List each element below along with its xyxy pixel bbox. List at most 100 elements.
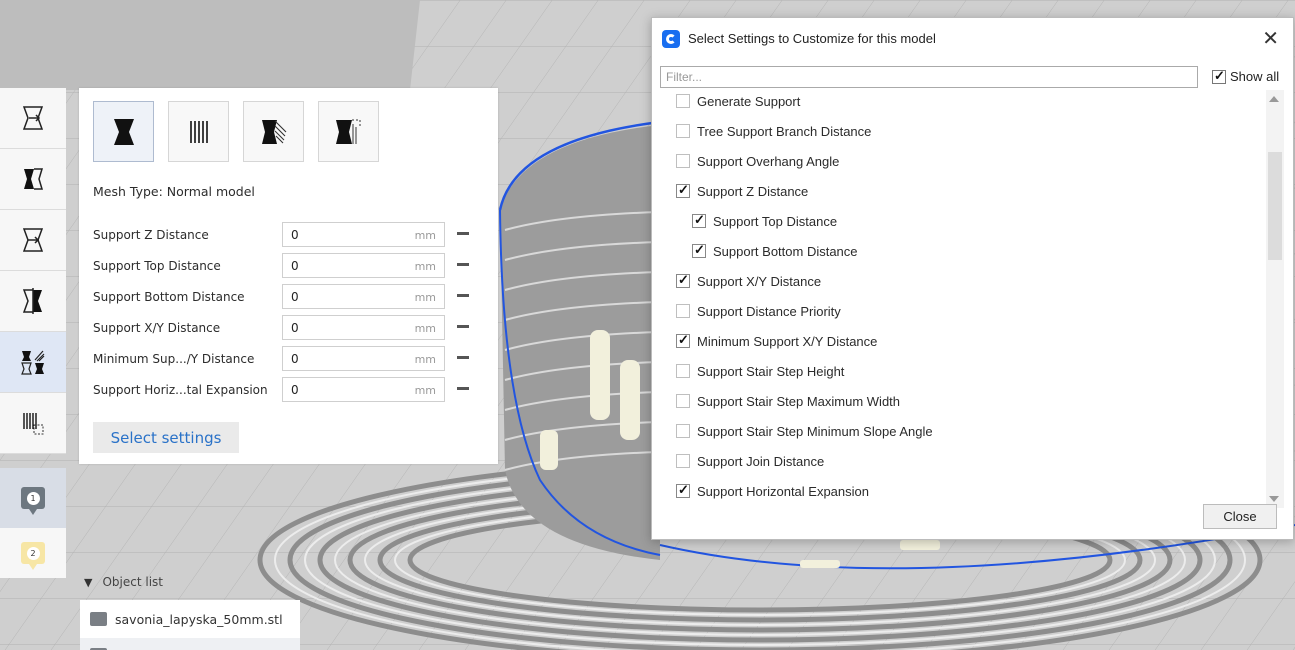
setting-checkbox-item[interactable]: Minimum Support X/Y Distance bbox=[676, 326, 877, 356]
setting-checkbox-item[interactable]: Support Top Distance bbox=[692, 206, 837, 236]
setting-checkbox-item[interactable]: Support Stair Step Minimum Slope Angle bbox=[676, 416, 933, 446]
setting-checkbox-item[interactable]: Support Stair Step Height bbox=[676, 356, 844, 386]
object-list-title: Object list bbox=[102, 575, 163, 589]
rotate-tool-button[interactable] bbox=[0, 210, 66, 271]
close-icon[interactable]: ✕ bbox=[1262, 26, 1279, 50]
scrollbar[interactable] bbox=[1266, 90, 1284, 508]
setting-label: Support Bottom Distance bbox=[93, 290, 245, 304]
marker-2-button[interactable]: 2 bbox=[0, 528, 66, 578]
per-model-settings-panel: Mesh Type: Normal model Support Z Distan… bbox=[79, 88, 498, 464]
setting-item-label: Support X/Y Distance bbox=[697, 273, 822, 289]
checkbox-icon bbox=[676, 304, 690, 318]
settings-list: Generate Support Tree Support Branch Dist… bbox=[660, 90, 1266, 500]
setting-item-label: Support Top Distance bbox=[713, 213, 838, 229]
minimum-support-xy-distance-input[interactable]: 0 mm bbox=[282, 346, 445, 371]
per-model-settings-icon bbox=[21, 350, 45, 375]
setting-item-label: Support Distance Priority bbox=[697, 303, 841, 319]
setting-item-label: Minimum Support X/Y Distance bbox=[697, 333, 878, 349]
support-xy-distance-input[interactable]: 0 mm bbox=[282, 315, 445, 340]
checkbox-icon bbox=[692, 212, 706, 228]
setting-checkbox-item[interactable]: Support Bottom Distance bbox=[692, 236, 858, 266]
rotate-icon bbox=[22, 228, 44, 252]
setting-checkbox-item[interactable]: Support Join Distance bbox=[676, 446, 824, 476]
print-as-support-button[interactable] bbox=[168, 101, 229, 162]
remove-setting-button[interactable] bbox=[457, 356, 469, 359]
mesh-type-selector bbox=[93, 101, 379, 162]
remove-setting-button[interactable] bbox=[457, 387, 469, 390]
scale-tool-button[interactable] bbox=[0, 149, 66, 210]
support-blocker-icon bbox=[23, 413, 44, 435]
scroll-down-icon[interactable] bbox=[1269, 496, 1279, 502]
setting-label: Minimum Sup.../Y Distance bbox=[93, 352, 255, 366]
checkbox-icon bbox=[676, 364, 690, 378]
move-tool-button[interactable] bbox=[0, 88, 66, 149]
setting-checkbox-item[interactable]: Support Overhang Angle bbox=[676, 146, 839, 176]
setting-checkbox-item[interactable]: Support Horizontal Expansion bbox=[676, 476, 869, 500]
checkbox-icon bbox=[676, 454, 690, 468]
support-blocker-button[interactable] bbox=[0, 393, 66, 454]
setting-row-support-xy-distance: Support X/Y Distance 0 mm bbox=[93, 315, 473, 341]
normal-model-button[interactable] bbox=[93, 101, 154, 162]
dont-support-overlaps-icon bbox=[335, 119, 360, 144]
mirror-icon bbox=[22, 288, 42, 314]
support-horizontal-expansion-input[interactable]: 0 mm bbox=[282, 377, 445, 402]
per-model-settings-button[interactable] bbox=[0, 332, 66, 393]
move-icon bbox=[22, 106, 44, 130]
filter-input[interactable] bbox=[660, 66, 1198, 88]
setting-checkbox-item[interactable]: Support Distance Priority bbox=[676, 296, 841, 326]
checkbox-icon bbox=[676, 182, 690, 198]
checkbox-icon bbox=[692, 242, 706, 258]
object-list: savonia_lapyska_50mm.stl bbox=[80, 600, 300, 650]
setting-row-support-top-distance: Support Top Distance 0 mm bbox=[93, 253, 473, 279]
setting-item-label: Support Z Distance bbox=[697, 183, 809, 199]
setting-row-support-z-distance: Support Z Distance 0 mm bbox=[93, 222, 473, 248]
setting-label: Support Top Distance bbox=[93, 259, 221, 273]
support-bottom-distance-input[interactable]: 0 mm bbox=[282, 284, 445, 309]
dont-support-overlaps-button[interactable] bbox=[318, 101, 379, 162]
checkbox-icon bbox=[676, 482, 690, 498]
close-button[interactable]: Close bbox=[1203, 504, 1277, 529]
setting-item-label: Support Overhang Angle bbox=[697, 153, 840, 169]
remove-setting-button[interactable] bbox=[457, 325, 469, 328]
checkbox-icon bbox=[676, 424, 690, 438]
remove-setting-button[interactable] bbox=[457, 263, 469, 266]
setting-row-support-bottom-distance: Support Bottom Distance 0 mm bbox=[93, 284, 473, 310]
remove-setting-button[interactable] bbox=[457, 232, 469, 235]
setting-label: Support Z Distance bbox=[93, 228, 209, 242]
normal-model-icon bbox=[113, 118, 134, 145]
support-top-distance-input[interactable]: 0 mm bbox=[282, 253, 445, 278]
select-settings-button[interactable]: Select settings bbox=[93, 422, 239, 453]
setting-checkbox-item[interactable]: Support X/Y Distance bbox=[676, 266, 821, 296]
setting-item-label: Support Horizontal Expansion bbox=[697, 483, 869, 499]
setting-checkbox-item[interactable]: Support Stair Step Maximum Width bbox=[676, 386, 900, 416]
object-list-toggle[interactable]: ▼ Object list bbox=[84, 575, 163, 589]
checkbox-icon bbox=[676, 94, 690, 108]
file-icon bbox=[90, 612, 107, 626]
support-z-distance-input[interactable]: 0 mm bbox=[282, 222, 445, 247]
scroll-up-icon[interactable] bbox=[1269, 96, 1279, 102]
setting-row-support-horizontal-expansion: Support Horiz...tal Expansion 0 mm bbox=[93, 377, 473, 403]
setting-row-minimum-support-xy-distance: Minimum Sup.../Y Distance 0 mm bbox=[93, 346, 473, 372]
setting-item-label: Support Stair Step Height bbox=[697, 363, 845, 379]
setting-checkbox-item[interactable]: Support Z Distance bbox=[676, 176, 808, 206]
marker-strip: 1 2 bbox=[0, 468, 66, 578]
object-list-item[interactable]: savonia_lapyska_50mm.stl bbox=[80, 602, 300, 636]
checkbox-icon bbox=[676, 154, 690, 168]
show-all-checkbox[interactable]: Show all bbox=[1212, 68, 1280, 84]
setting-checkbox-item[interactable]: Generate Support bbox=[676, 90, 800, 116]
setting-checkbox-item[interactable]: Tree Support Branch Distance bbox=[676, 116, 871, 146]
print-as-support-icon bbox=[189, 120, 208, 143]
object-list-item[interactable] bbox=[80, 638, 300, 650]
setting-label: Support X/Y Distance bbox=[93, 321, 221, 335]
dialog-title: Select Settings to Customize for this mo… bbox=[688, 31, 936, 46]
select-settings-dialog: Select Settings to Customize for this mo… bbox=[651, 17, 1294, 540]
object-name: savonia_lapyska_50mm.stl bbox=[115, 611, 283, 627]
mirror-tool-button[interactable] bbox=[0, 271, 66, 332]
marker-1-button[interactable]: 1 bbox=[0, 468, 66, 528]
remove-setting-button[interactable] bbox=[457, 294, 469, 297]
scroll-thumb[interactable] bbox=[1268, 152, 1282, 260]
setting-item-label: Tree Support Branch Distance bbox=[697, 123, 872, 139]
checkbox-icon bbox=[676, 124, 690, 138]
show-all-label: Show all bbox=[1230, 69, 1280, 84]
modify-overlaps-button[interactable] bbox=[243, 101, 304, 162]
